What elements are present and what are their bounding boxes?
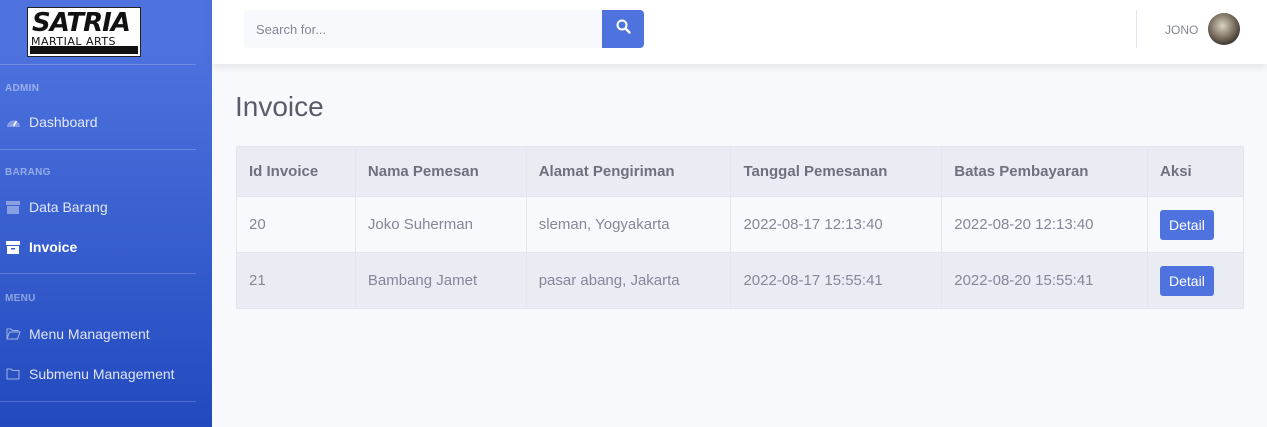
column-header: Id Invoice <box>236 146 356 197</box>
sidebar: SATRIA MARTIAL ARTS ADMIN Dashboard BARA… <box>0 0 212 427</box>
sidebar-heading-admin: ADMIN <box>5 83 40 94</box>
avatar[interactable] <box>1208 13 1240 45</box>
brand[interactable]: SATRIA MARTIAL ARTS <box>0 0 212 64</box>
logo-word: SATRIA <box>32 8 131 38</box>
cell-nama-pemesan: Bambang Jamet <box>354 252 527 309</box>
cell-id-invoice: 21 <box>236 252 356 309</box>
sidebar-item-data-barang[interactable]: Data Barang <box>0 187 212 227</box>
column-header: Aksi <box>1147 146 1244 197</box>
cell-batas-pembayaran: 2022-08-20 12:13:40 <box>941 196 1149 253</box>
sidebar-item-label: Dashboard <box>29 114 98 130</box>
invoice-table: Id Invoice Nama Pemesan Alamat Pengirima… <box>236 146 1244 309</box>
table-row: 20 Joko Suherman sleman, Yogyakarta 2022… <box>236 196 1244 253</box>
sidebar-heading-barang: BARANG <box>5 167 51 178</box>
user-name[interactable]: JONO <box>1165 23 1198 37</box>
sidebar-item-menu-management[interactable]: Menu Management <box>0 314 212 354</box>
column-header: Batas Pembayaran <box>941 146 1149 197</box>
sidebar-heading-menu: MENU <box>5 293 36 304</box>
column-header: Nama Pemesan <box>354 146 527 197</box>
cell-batas-pembayaran: 2022-08-20 15:55:41 <box>941 252 1149 309</box>
box-icon <box>5 200 21 214</box>
cell-tanggal-pemesanan: 2022-08-17 12:13:40 <box>730 196 943 253</box>
sidebar-item-dashboard[interactable]: Dashboard <box>0 102 212 142</box>
tachometer-icon <box>5 115 21 129</box>
cell-id-invoice: 20 <box>236 196 356 253</box>
detail-button[interactable]: Detail <box>1160 209 1214 240</box>
sidebar-item-invoice[interactable]: Invoice <box>0 227 212 267</box>
search-icon <box>616 19 631 39</box>
topbar-divider <box>1136 10 1137 48</box>
cell-tanggal-pemesanan: 2022-08-17 15:55:41 <box>730 252 943 309</box>
table-header-row: Id Invoice Nama Pemesan Alamat Pengirima… <box>236 146 1244 197</box>
cell-aksi: Detail <box>1147 252 1244 309</box>
cell-alamat-pengiriman: sleman, Yogyakarta <box>525 196 732 253</box>
archive-icon <box>5 240 21 254</box>
cell-aksi: Detail <box>1147 196 1244 253</box>
search-input[interactable] <box>244 10 602 48</box>
folder-open-icon <box>5 327 21 341</box>
sidebar-item-submenu-management[interactable]: Submenu Management <box>0 354 212 394</box>
folder-icon <box>5 367 21 381</box>
logo-tagline-bar <box>30 46 138 54</box>
page-title: Invoice <box>235 91 324 122</box>
column-header: Alamat Pengiriman <box>525 146 732 197</box>
search-button[interactable] <box>602 10 644 48</box>
cell-nama-pemesan: Joko Suherman <box>354 196 527 253</box>
sidebar-divider <box>0 401 196 402</box>
detail-button[interactable]: Detail <box>1160 265 1214 296</box>
search-group <box>244 10 644 48</box>
topbar: JONO <box>212 0 1267 64</box>
column-header: Tanggal Pemesanan <box>730 146 943 197</box>
sidebar-item-label: Data Barang <box>29 199 108 215</box>
table-row: 21 Bambang Jamet pasar abang, Jakarta 20… <box>236 252 1244 309</box>
sidebar-item-label: Invoice <box>29 239 78 255</box>
sidebar-item-label: Menu Management <box>29 326 150 342</box>
cell-alamat-pengiriman: pasar abang, Jakarta <box>525 252 732 309</box>
sidebar-item-label: Submenu Management <box>29 366 175 382</box>
brand-logo[interactable]: SATRIA MARTIAL ARTS <box>27 7 141 57</box>
